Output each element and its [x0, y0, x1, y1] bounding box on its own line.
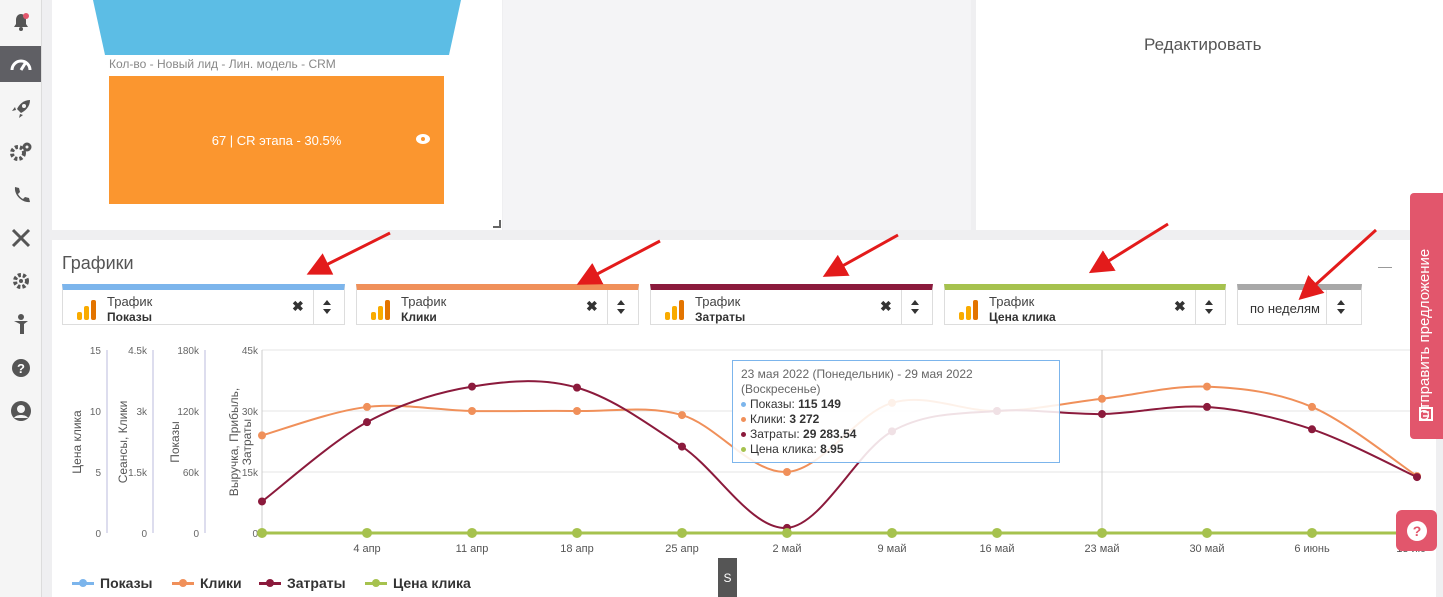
- x-tick-label: 11 апр: [456, 543, 489, 555]
- data-point: [468, 382, 476, 391]
- tooltip-row: Показы: 115 149: [741, 397, 1051, 412]
- data-point: [362, 527, 372, 538]
- legend-item-clicks[interactable]: Клики: [172, 575, 242, 591]
- x-tick-label: 25 апр: [665, 543, 698, 555]
- y-axis-label: Сеансы, Клики: [116, 401, 130, 484]
- legend-marker: [72, 578, 94, 587]
- data-point: [782, 527, 792, 538]
- x-tick-label: 16 май: [979, 543, 1014, 555]
- series-dot: [741, 417, 746, 423]
- data-point: [573, 407, 581, 415]
- data-point: [1413, 473, 1421, 482]
- y-tick-label: 15: [90, 346, 102, 357]
- data-point: [1307, 527, 1317, 538]
- arrow-annotation: [822, 233, 899, 277]
- legend-item-costs[interactable]: Затраты: [259, 575, 346, 591]
- data-point: [257, 527, 267, 538]
- data-point: [678, 411, 686, 420]
- arrow-annotation: [1298, 228, 1378, 301]
- y-tick-label: 0: [193, 529, 199, 540]
- y-axis-label: Показы: [168, 421, 182, 462]
- data-point: [1203, 382, 1211, 391]
- data-point: [887, 527, 897, 538]
- legend-marker: [172, 578, 194, 587]
- feedback-label: Отправить предложение: [1416, 248, 1433, 421]
- legend-item-shows[interactable]: Показы: [72, 575, 153, 591]
- data-point: [363, 402, 371, 411]
- legend-item-cpc[interactable]: Цена клика: [365, 575, 471, 591]
- y-tick-label: 15k: [242, 468, 259, 479]
- data-point: [1202, 527, 1212, 538]
- data-point: [678, 442, 686, 451]
- y-tick-label: 120k: [177, 407, 200, 418]
- y-tick-label: 1.5k: [128, 468, 148, 479]
- y-tick-label: 10: [90, 407, 102, 418]
- y-tick-label: 3k: [136, 407, 148, 418]
- data-point: [572, 527, 582, 538]
- x-tick-label: 2 май: [773, 543, 802, 555]
- tooltip-row: Клики: 3 272: [741, 412, 1051, 427]
- data-point: [1098, 410, 1106, 419]
- data-point: [677, 527, 687, 538]
- data-point: [467, 527, 477, 538]
- data-point: [1098, 394, 1106, 403]
- x-tick-label: 18 апр: [560, 543, 593, 555]
- y-axis-label: Затраты: [240, 419, 254, 465]
- y-tick-label: 0: [141, 529, 147, 540]
- s-button[interactable]: S: [718, 558, 737, 597]
- data-point: [992, 527, 1002, 538]
- series-dot: [741, 447, 746, 453]
- x-tick-label: 9 май: [878, 543, 907, 555]
- data-point: [1203, 402, 1211, 411]
- data-point: [258, 497, 266, 506]
- y-axis-label: Выручка, Прибыль,: [227, 388, 241, 496]
- y-axis-label: Цена клика: [70, 410, 84, 474]
- y-tick-label: 30k: [242, 407, 259, 418]
- x-tick-label: 4 апр: [353, 543, 380, 555]
- svg-text:?: ?: [1412, 523, 1421, 539]
- data-point: [468, 407, 476, 415]
- x-tick-label: 30 май: [1189, 543, 1224, 555]
- data-point: [1308, 402, 1316, 411]
- arrow-annotation: [1088, 222, 1169, 274]
- x-tick-label: 23 май: [1084, 543, 1119, 555]
- tooltip-row: Цена клика: 8.95: [741, 442, 1051, 457]
- y-tick-label: 180k: [177, 346, 200, 357]
- series-dot: [741, 402, 746, 408]
- help-button[interactable]: ?: [1396, 510, 1437, 551]
- tooltip-title: 23 мая 2022 (Понедельник) - 29 мая 2022: [741, 367, 973, 381]
- data-point: [573, 383, 581, 392]
- y-tick-label: 45k: [242, 346, 259, 357]
- help-icon: ?: [1406, 520, 1427, 541]
- y-tick-label: 60k: [183, 468, 200, 479]
- data-point: [258, 431, 266, 440]
- data-point: [1308, 425, 1316, 434]
- data-point: [363, 418, 371, 427]
- arrow-annotation: [306, 231, 391, 275]
- y-tick-label: 0: [95, 529, 101, 540]
- tooltip-row: Затраты: 29 283.54: [741, 427, 1051, 442]
- data-point: [783, 468, 791, 476]
- x-tick-label: 6 июнь: [1294, 543, 1330, 555]
- feedback-tab[interactable]: Отправить предложение: [1410, 193, 1443, 439]
- legend-marker: [365, 578, 387, 587]
- y-tick-label: 4.5k: [128, 346, 148, 357]
- data-point: [1097, 527, 1107, 538]
- tooltip-subtitle: (Воскресенье): [741, 382, 821, 396]
- chart-tooltip: 23 мая 2022 (Понедельник) - 29 мая 2022 …: [732, 360, 1060, 463]
- arrow-annotation: [576, 239, 661, 285]
- legend-marker: [259, 578, 281, 587]
- y-tick-label: 5: [95, 468, 101, 479]
- series-dot: [741, 432, 746, 438]
